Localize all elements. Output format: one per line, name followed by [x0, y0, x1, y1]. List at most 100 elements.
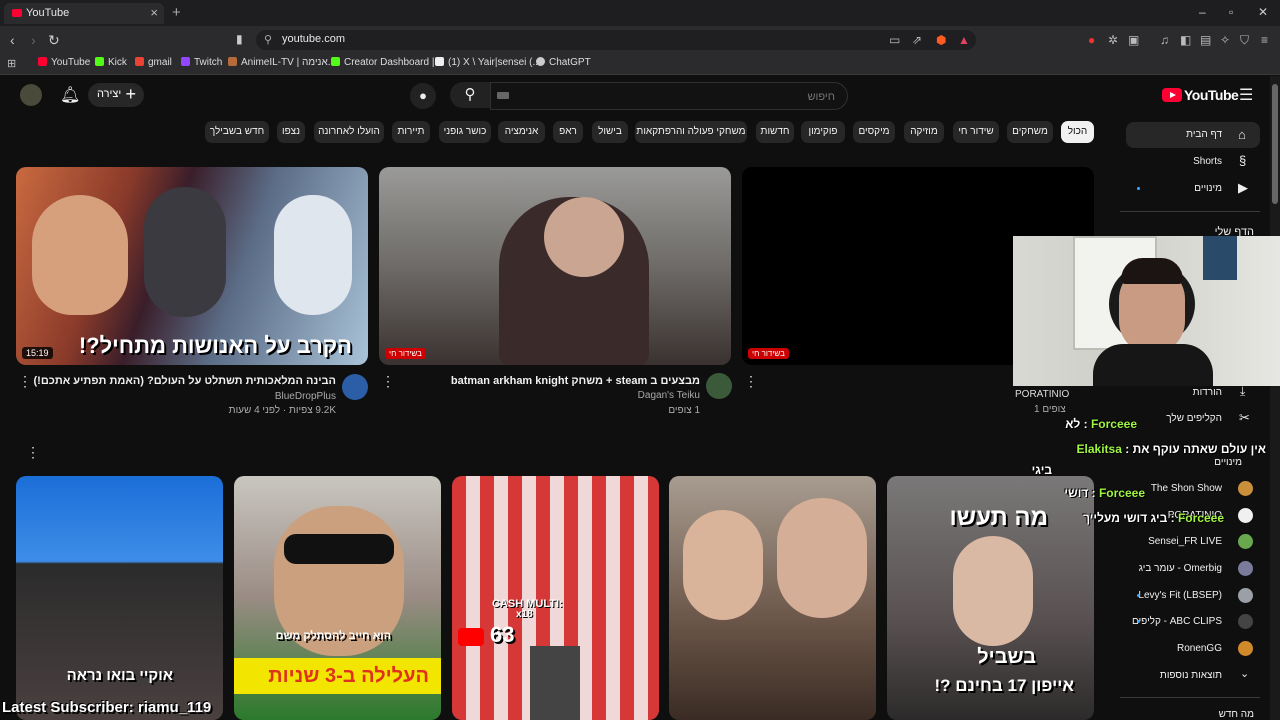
- more-actions-icon[interactable]: ⋮: [18, 373, 32, 390]
- bookmark-animeil[interactable]: AnimeIL-TV | אנימה...: [228, 57, 336, 68]
- sidebar-item-clips[interactable]: הקליפים שלך: [1166, 413, 1222, 424]
- scrollbar-thumb[interactable]: [1272, 84, 1278, 204]
- video-thumbnail[interactable]: הקרב על האנושות מתחיל?! 15:19: [16, 167, 368, 365]
- video-title[interactable]: הבינה המלאכותית תשתלט על העולם? (האמת תפ…: [34, 375, 336, 387]
- create-button[interactable]: יצירה +: [88, 83, 144, 107]
- bookmark-icon[interactable]: ▮: [236, 32, 243, 46]
- extensions-icon[interactable]: ✲: [1108, 33, 1118, 47]
- new-tab-icon[interactable]: +: [172, 4, 181, 21]
- sidebar-item-downloads[interactable]: הורדות: [1193, 387, 1222, 398]
- vpn-icon[interactable]: ⛉: [1240, 33, 1249, 48]
- extension-red-icon[interactable]: ●: [1088, 33, 1095, 47]
- short-thumbnail[interactable]: אוקיי בואו נראה: [16, 476, 223, 720]
- sidebar-subscription[interactable]: Omerbig - עומר ביג: [1139, 563, 1222, 574]
- chip-live[interactable]: שידור חי: [953, 121, 999, 143]
- bookmark-chatgpt[interactable]: ChatGPT: [536, 57, 591, 68]
- window-close-icon[interactable]: ✕: [1258, 5, 1268, 19]
- leo-ai-icon[interactable]: ✧: [1220, 33, 1230, 47]
- rewards-icon[interactable]: ▲: [958, 33, 970, 47]
- browser-tab[interactable]: YouTube ×: [4, 3, 164, 24]
- screenshot-icon[interactable]: ▣: [1128, 33, 1139, 47]
- chip-travel[interactable]: תיירות: [392, 121, 430, 143]
- site-settings-icon[interactable]: ⚲: [264, 33, 272, 46]
- channel-avatar[interactable]: [706, 373, 732, 399]
- account-avatar[interactable]: [20, 84, 42, 106]
- back-icon[interactable]: ‹: [10, 32, 15, 48]
- chip-animation[interactable]: אנימציה: [498, 121, 545, 143]
- sidebar-toggle-icon[interactable]: ◧: [1180, 33, 1191, 47]
- chevron-down-icon[interactable]: ⌄: [1240, 667, 1249, 680]
- chip-gaming[interactable]: משחקים: [1007, 121, 1053, 143]
- cast-icon[interactable]: ▭: [889, 33, 900, 47]
- forward-icon[interactable]: ›: [31, 32, 36, 48]
- guide-menu-icon[interactable]: ☰: [1239, 85, 1253, 105]
- subscriptions-icon[interactable]: ▶: [1238, 180, 1248, 196]
- sidebar-item-shorts[interactable]: Shorts: [1193, 156, 1222, 167]
- chip-action-adventure[interactable]: משחקי פעולה והרפתקאות: [635, 121, 747, 143]
- search-box[interactable]: [490, 82, 848, 110]
- short-caption-top: הוא חייב להסתלק משם: [275, 630, 391, 642]
- sidebar-subscription[interactable]: Levy's Fit (LBSEP): [1138, 590, 1222, 601]
- apps-icon[interactable]: ⊞: [7, 57, 16, 70]
- page-scrollbar[interactable]: [1270, 76, 1280, 720]
- chip-rap[interactable]: ראפ: [553, 121, 583, 143]
- restore-icon[interactable]: ▫: [1229, 5, 1233, 19]
- short-thumbnail[interactable]: מה תעשו בשביל אייפון 17 בחינם ?!: [887, 476, 1094, 720]
- short-thumbnail[interactable]: הוא חייב להסתלק משם העלילה ב-3 שניות: [234, 476, 441, 720]
- share-icon[interactable]: ⇗: [912, 33, 922, 47]
- download-icon[interactable]: ⤓: [1240, 384, 1245, 399]
- channel-avatar[interactable]: [342, 374, 368, 400]
- clips-scissors-icon[interactable]: ✂: [1239, 410, 1250, 426]
- tab-title: YouTube: [26, 7, 70, 19]
- chip-watched[interactable]: נצפו: [277, 121, 305, 143]
- brave-shield-icon[interactable]: ⬢: [936, 33, 946, 47]
- video-thumbnail[interactable]: בשידור חי: [379, 167, 731, 365]
- bookmark-youtube[interactable]: YouTube: [38, 57, 90, 68]
- sidebar-subscription[interactable]: RonenGG: [1177, 643, 1222, 654]
- notifications-bell-icon[interactable]: 🔔︎: [60, 85, 80, 105]
- more-actions-icon[interactable]: ⋮: [381, 373, 395, 390]
- url-bar[interactable]: [256, 30, 976, 50]
- more-actions-icon[interactable]: ⋮: [744, 373, 758, 390]
- voice-search-mic-icon[interactable]: ●: [410, 83, 436, 109]
- sidebar-show-more[interactable]: תוצאות נוספות: [1160, 670, 1222, 681]
- bookmark-x[interactable]: (1) X \ Yair|sensei (...: [435, 57, 541, 68]
- chip-news[interactable]: חדשות: [756, 121, 794, 143]
- short-thumbnail[interactable]: [669, 476, 876, 720]
- chip-mixes[interactable]: מיקסים: [853, 121, 895, 143]
- youtube-logo[interactable]: YouTube: [1162, 86, 1239, 106]
- chip-cooking[interactable]: בישול: [592, 121, 628, 143]
- search-input[interactable]: [503, 87, 837, 107]
- short-thumbnail[interactable]: CASH MULTI: x18 63: [452, 476, 659, 720]
- browser-menu-icon[interactable]: ≡: [1261, 33, 1268, 47]
- shorts-section-menu-icon[interactable]: ⋮: [26, 444, 40, 461]
- duration-badge: 15:19: [22, 347, 53, 359]
- bookmark-creator-dashboard[interactable]: Creator Dashboard |...: [331, 57, 443, 68]
- url-text[interactable]: youtube.com: [282, 33, 345, 45]
- wallet-icon[interactable]: ▤: [1200, 33, 1211, 47]
- chip-fitness[interactable]: כושר גופני: [439, 121, 491, 143]
- chip-pokemon[interactable]: פוקימון: [801, 121, 845, 143]
- sidebar-whats-new[interactable]: מה חדש: [1219, 709, 1254, 720]
- channel-name[interactable]: Dagan's Teiku: [638, 390, 700, 401]
- chip-recently-uploaded[interactable]: הועלו לאחרונה: [314, 121, 384, 143]
- sidebar-subscriptions-header[interactable]: מינויים: [1214, 457, 1242, 468]
- bookmark-kick[interactable]: Kick: [95, 57, 127, 68]
- channel-name[interactable]: BlueDropPlus: [275, 391, 336, 402]
- sidebar-subscription[interactable]: ABC CLIPS - קליפים: [1132, 616, 1222, 627]
- chip-new-to-you[interactable]: חדש בשבילך: [205, 121, 269, 143]
- tab-close-icon[interactable]: ×: [150, 5, 158, 20]
- chip-music[interactable]: מוזיקה: [904, 121, 944, 143]
- bookmark-twitch[interactable]: Twitch: [181, 57, 222, 68]
- search-button[interactable]: ⚲: [450, 82, 490, 108]
- sidebar-subscription[interactable]: Sensei_FR LIVE: [1148, 536, 1222, 547]
- chip-all[interactable]: הכול: [1061, 121, 1094, 143]
- shorts-icon[interactable]: §: [1239, 153, 1246, 168]
- minimize-icon[interactable]: –: [1199, 5, 1206, 19]
- sidebar-subscription[interactable]: The Shon Show: [1151, 483, 1222, 494]
- reload-icon[interactable]: ↻: [48, 32, 60, 49]
- sidebar-item-subscriptions[interactable]: מינויים: [1194, 183, 1222, 194]
- bookmark-gmail[interactable]: gmail: [135, 57, 172, 68]
- video-title[interactable]: מבצעים ב steam + משחק batman arkham knig…: [451, 375, 700, 387]
- media-icon[interactable]: ♫: [1160, 33, 1169, 47]
